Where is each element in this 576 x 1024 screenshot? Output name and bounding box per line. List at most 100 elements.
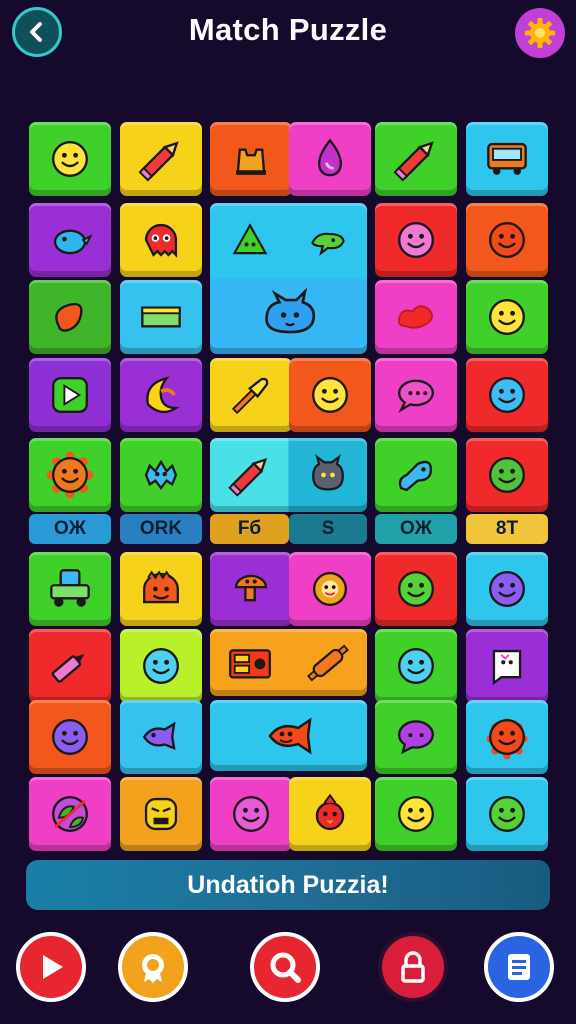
tile-green-creature[interactable] <box>466 438 548 512</box>
tile-purple-face[interactable] <box>466 552 548 626</box>
tile-marker[interactable] <box>29 629 111 703</box>
blue-cat-icon <box>265 287 316 334</box>
tile-blue-face[interactable] <box>120 629 202 703</box>
search-icon <box>270 952 301 983</box>
tile-smiley-face[interactable] <box>289 358 371 432</box>
tile-sun-face[interactable] <box>29 438 111 512</box>
search-button[interactable] <box>250 932 320 1002</box>
purple-face-icon <box>52 719 88 755</box>
tile-smiley-face[interactable] <box>466 280 548 354</box>
red-monster-icon <box>144 223 178 258</box>
purple-face-icon <box>489 571 525 607</box>
tile-purple-fish[interactable] <box>120 700 202 774</box>
blue-face-icon <box>398 648 434 684</box>
blue-grin-icon <box>489 377 525 413</box>
bottom-toolbar <box>0 920 576 1024</box>
orange-monster-icon <box>143 570 179 604</box>
tile-robot-car[interactable] <box>29 552 111 626</box>
banana-icon <box>146 376 181 414</box>
tile-banana[interactable] <box>120 358 202 432</box>
pencil-icon <box>138 141 179 182</box>
red-blob-icon <box>397 305 433 329</box>
play-icon <box>43 955 63 979</box>
tile-box[interactable] <box>120 280 202 354</box>
red-fish-icon <box>268 717 312 755</box>
merged-tile[interactable] <box>210 700 367 771</box>
green-creature-icon <box>489 457 525 493</box>
pencil-icon <box>393 141 434 182</box>
orange-mushroom-icon <box>234 574 268 602</box>
list-button[interactable] <box>484 932 554 1002</box>
label-tile: 8T <box>466 514 548 544</box>
play-button[interactable] <box>16 932 86 1002</box>
bean-icon <box>55 303 83 332</box>
tile-red-face[interactable] <box>466 203 548 277</box>
purple-bubble-icon <box>398 720 434 755</box>
green-face-icon <box>398 571 434 607</box>
tile-orange-monster[interactable] <box>120 552 202 626</box>
label-tile: S <box>289 514 367 544</box>
label-tile: OЖ <box>29 514 111 544</box>
tile-bird[interactable] <box>29 203 111 277</box>
blue-fish-icon <box>398 460 433 492</box>
tile-pencil[interactable] <box>120 122 202 196</box>
play-button-icon <box>52 377 88 413</box>
green-triangle-icon <box>232 223 268 255</box>
blue-face-icon <box>143 648 179 684</box>
tile-spiky-red[interactable] <box>466 700 548 774</box>
tile-leaf-ball[interactable] <box>29 777 111 851</box>
tile-smiley-face[interactable] <box>29 122 111 196</box>
tile-purple-bubble[interactable] <box>375 700 457 774</box>
tile-paintbrush[interactable] <box>210 358 292 432</box>
green-face-icon <box>489 796 525 832</box>
grumpy-face-icon <box>144 797 178 831</box>
tile-purple-face[interactable] <box>29 700 111 774</box>
tile-bean[interactable] <box>29 280 111 354</box>
merged-tile[interactable] <box>210 438 367 512</box>
merged-tile[interactable] <box>210 203 367 354</box>
grey-cat-icon <box>312 454 344 491</box>
green-bird-icon <box>311 232 345 256</box>
merged-tile[interactable] <box>210 629 367 696</box>
red-bird-icon <box>315 793 345 831</box>
tile-grumpy-face[interactable] <box>120 777 202 851</box>
tile-speech-bubble[interactable] <box>375 358 457 432</box>
tile-donut-face[interactable] <box>289 552 371 626</box>
leaf-ball-icon <box>52 796 88 832</box>
tile-pink-face[interactable] <box>210 777 292 851</box>
pencil-icon <box>228 457 268 497</box>
tile-red-blob[interactable] <box>375 280 457 354</box>
robot-car-icon <box>50 569 90 607</box>
tile-green-face[interactable] <box>375 552 457 626</box>
badge-icon <box>142 954 164 983</box>
tile-shoe[interactable] <box>210 122 292 196</box>
lock-button[interactable] <box>378 932 448 1002</box>
tile-pencil[interactable] <box>375 122 457 196</box>
tile-orange-mushroom[interactable] <box>210 552 292 626</box>
ghost-note-icon <box>492 649 522 686</box>
bird-icon <box>53 229 93 255</box>
tile-blue-fluff[interactable] <box>120 438 202 512</box>
tile-blue-grin[interactable] <box>466 358 548 432</box>
label-tile: ORK <box>120 514 202 544</box>
tile-red-monster[interactable] <box>120 203 202 277</box>
badge-button[interactable] <box>118 932 188 1002</box>
label-tile: Fб <box>210 514 289 544</box>
tile-green-face[interactable] <box>466 777 548 851</box>
tile-play-button[interactable] <box>29 358 111 432</box>
tile-smiley-face[interactable] <box>375 777 457 851</box>
radio-icon <box>229 649 271 679</box>
smiley-face-icon <box>398 796 434 832</box>
sun-face-icon <box>46 451 94 499</box>
paint-drop-icon <box>317 138 343 177</box>
box-icon <box>141 306 181 328</box>
tile-blue-face[interactable] <box>375 629 457 703</box>
tile-blue-fish[interactable] <box>375 438 457 512</box>
tile-red-bird[interactable] <box>289 777 371 851</box>
speech-bubble-icon <box>398 379 434 413</box>
tile-bus[interactable] <box>466 122 548 196</box>
tile-ghost-note[interactable] <box>466 629 548 703</box>
tile-paint-drop[interactable] <box>289 122 371 196</box>
blue-fluff-icon <box>144 459 178 491</box>
tile-pink-blob[interactable] <box>375 203 457 277</box>
